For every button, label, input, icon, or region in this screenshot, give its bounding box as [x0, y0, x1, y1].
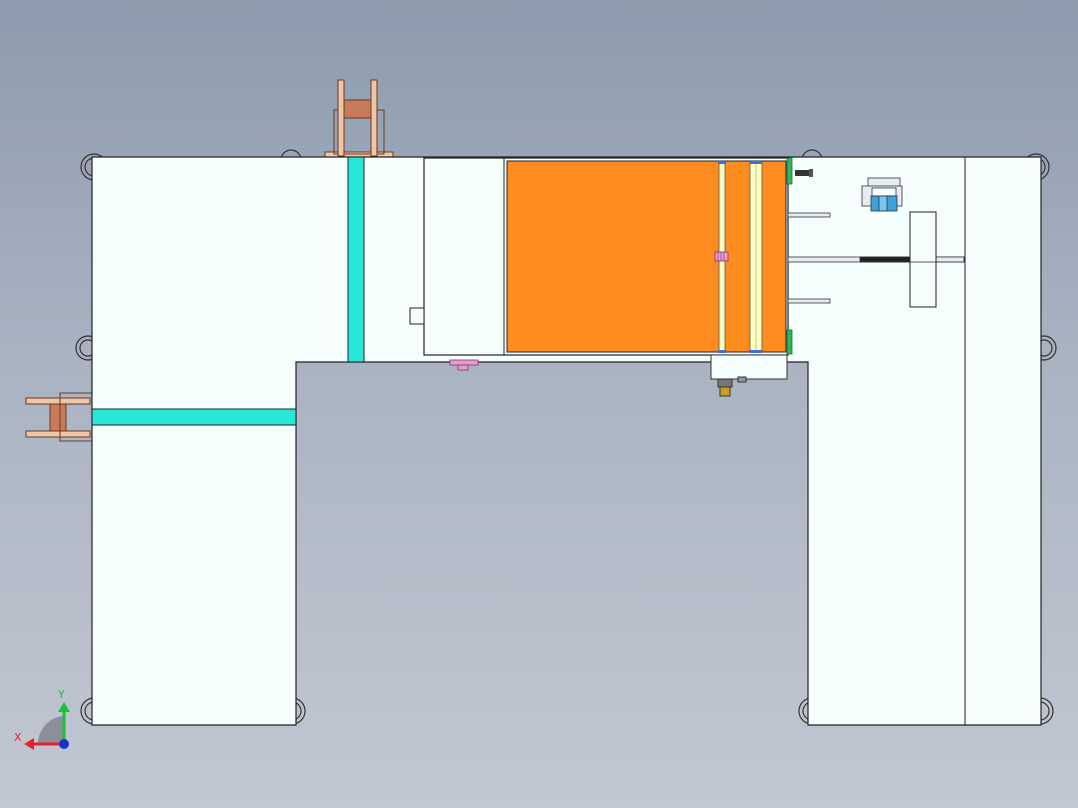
top-spool-reel[interactable] — [324, 79, 394, 159]
clamp-block[interactable] — [861, 177, 903, 212]
y-axis-label: Y — [58, 688, 65, 701]
connector-bottom — [786, 329, 793, 355]
side-latch[interactable] — [409, 307, 425, 325]
connector-top — [786, 157, 793, 185]
z-axis-dot — [59, 739, 69, 749]
orange-feed-panel[interactable] — [506, 160, 787, 353]
cad-viewport[interactable]: Y X — [0, 0, 1078, 808]
under-clip — [449, 359, 479, 371]
horizontal-conveyor-band[interactable] — [91, 408, 297, 426]
lower-mount-block[interactable] — [710, 354, 788, 397]
x-axis-label: X — [14, 731, 22, 744]
assembly-top-view[interactable] — [0, 0, 1078, 808]
coordinate-triad — [24, 702, 70, 750]
left-spool-reel[interactable] — [25, 392, 93, 442]
small-bolt — [795, 169, 813, 177]
vertical-conveyor-band[interactable] — [347, 156, 365, 363]
press-plate[interactable] — [909, 211, 937, 308]
roller-gear — [714, 251, 729, 262]
